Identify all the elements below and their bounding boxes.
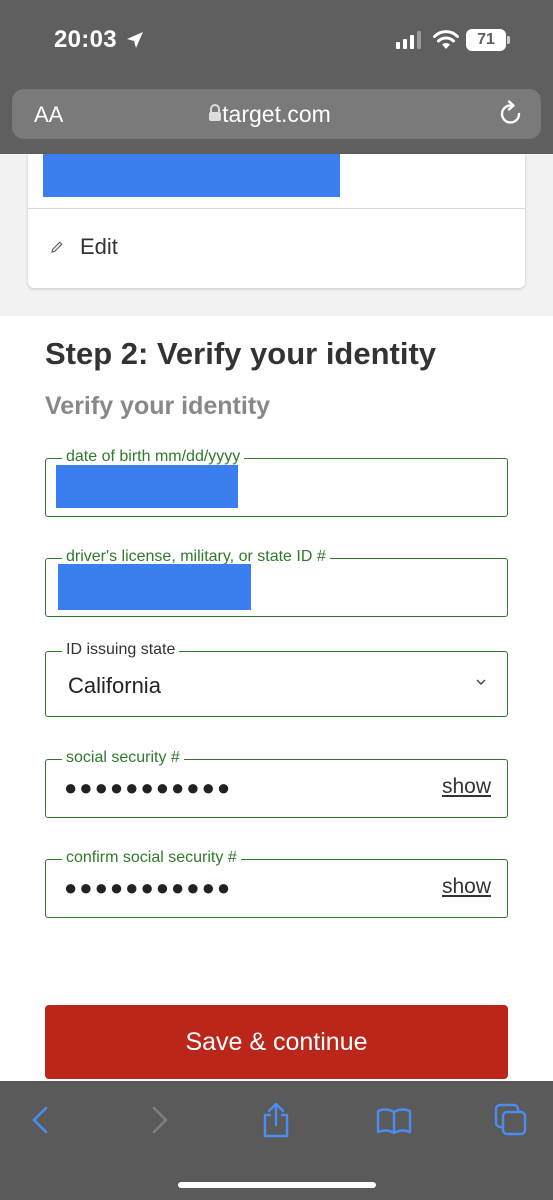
reload-icon[interactable] bbox=[498, 100, 524, 128]
bookmarks-icon[interactable] bbox=[376, 1107, 412, 1135]
back-icon[interactable] bbox=[30, 1105, 50, 1135]
id-issuing-state-select[interactable]: ID issuing state California bbox=[45, 641, 508, 717]
ssn-field[interactable]: social security # ●●●●●●●●●●● show bbox=[45, 749, 508, 818]
signal-icon bbox=[396, 31, 421, 49]
divider bbox=[28, 208, 525, 209]
section-subtitle: Verify your identity bbox=[45, 392, 271, 420]
url-bar[interactable]: AA target.com bbox=[12, 89, 541, 139]
forward-icon[interactable] bbox=[150, 1105, 170, 1135]
confirm-ssn-masked-value: ●●●●●●●●●●● bbox=[64, 875, 233, 900]
home-indicator bbox=[178, 1182, 376, 1188]
id-issuing-state-label: ID issuing state bbox=[62, 641, 180, 659]
ssn-masked-value: ●●●●●●●●●●● bbox=[64, 775, 233, 800]
battery-tip bbox=[507, 36, 510, 44]
confirm-ssn-show-button[interactable]: show bbox=[442, 875, 491, 899]
pencil-icon bbox=[51, 241, 63, 253]
confirm-ssn-field[interactable]: confirm social security # ●●●●●●●●●●● sh… bbox=[45, 849, 508, 918]
page-title: Step 2: Verify your identity bbox=[45, 336, 437, 371]
id-number-field[interactable]: driver's license, military, or state ID … bbox=[45, 548, 508, 617]
previous-step-card: Edit bbox=[28, 154, 525, 288]
url-text: target.com bbox=[222, 101, 331, 127]
status-time: 20:03 bbox=[54, 26, 117, 53]
redacted-dob-value bbox=[56, 465, 238, 508]
edit-label: Edit bbox=[80, 234, 118, 259]
dob-label: date of birth mm/dd/yyyy bbox=[62, 448, 245, 466]
id-issuing-state-value: California bbox=[68, 673, 161, 698]
ssn-label: social security # bbox=[62, 749, 184, 767]
ssn-show-button[interactable]: show bbox=[442, 775, 491, 799]
redacted-id-value bbox=[58, 564, 251, 610]
edit-button[interactable]: Edit bbox=[50, 234, 118, 260]
dob-field[interactable]: date of birth mm/dd/yyyy bbox=[45, 448, 508, 517]
location-arrow-icon bbox=[127, 32, 143, 48]
wifi-icon bbox=[433, 30, 459, 49]
chevron-down-icon bbox=[476, 679, 486, 685]
status-bar: 20:03 71 bbox=[0, 0, 553, 82]
battery-icon: 71 bbox=[466, 29, 506, 51]
confirm-ssn-label: confirm social security # bbox=[62, 849, 241, 867]
browser-address-area: AA target.com bbox=[0, 82, 553, 154]
tabs-icon[interactable] bbox=[494, 1103, 528, 1137]
share-icon[interactable] bbox=[261, 1101, 291, 1139]
redacted-block bbox=[43, 154, 340, 197]
save-continue-button[interactable]: Save & continue bbox=[45, 1005, 508, 1079]
